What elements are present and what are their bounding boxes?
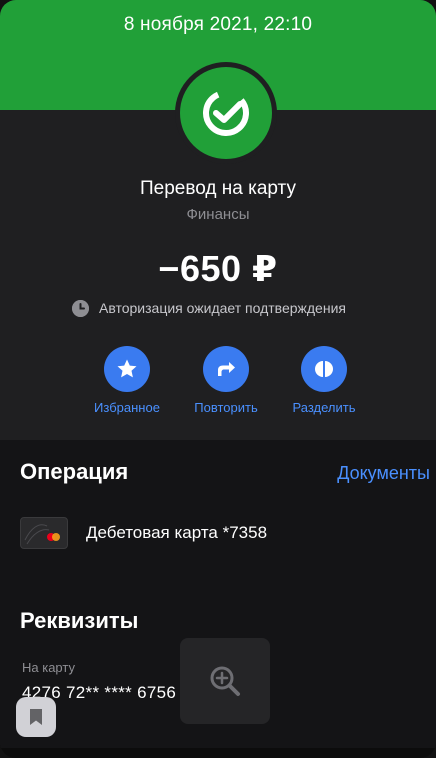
operation-status: Авторизация ожидает подтверждения	[72, 298, 346, 318]
requisites-section-title: Реквизиты	[20, 608, 139, 633]
split-button[interactable]: Разделить	[279, 346, 369, 415]
split-label[interactable]: Разделить	[279, 400, 369, 415]
favorite-label[interactable]: Избранное	[82, 400, 172, 415]
zoom-in-icon[interactable]	[180, 638, 270, 724]
repeat-button[interactable]: Повторить	[181, 346, 271, 415]
operation-datetime: 8 ноября 2021, 22:10	[123, 14, 313, 35]
to-card-label: На карту	[22, 660, 75, 675]
clock-icon	[72, 299, 89, 317]
sber-check-icon	[180, 67, 272, 159]
app-screen: 8 ноября 2021, 22:10 Перевод на карту Фи…	[0, 0, 436, 758]
repeat-share-icon[interactable]	[203, 346, 249, 392]
operation-category: Финансы	[186, 206, 250, 223]
debit-card-row[interactable]: Дебетовая карта *7358	[20, 517, 267, 549]
operation-section-title: Операция	[20, 459, 129, 484]
status-text: Авторизация ожидает подтверждения	[99, 300, 346, 316]
action-buttons: Избранное Повторить Разделить	[0, 346, 436, 426]
bank-card-icon	[20, 517, 68, 549]
operation-title: Перевод на карту	[140, 178, 296, 199]
bottom-bar	[0, 748, 436, 758]
documents-link[interactable]: Документы	[337, 463, 430, 484]
star-icon[interactable]	[104, 346, 150, 392]
favorite-button[interactable]: Избранное	[82, 346, 172, 415]
repeat-label[interactable]: Повторить	[181, 400, 271, 415]
bookmark-icon[interactable]	[16, 697, 56, 737]
debit-card-label: Дебетовая карта *7358	[86, 523, 268, 542]
split-icon[interactable]	[301, 346, 347, 392]
operation-amount: −650 ₽	[158, 248, 278, 289]
